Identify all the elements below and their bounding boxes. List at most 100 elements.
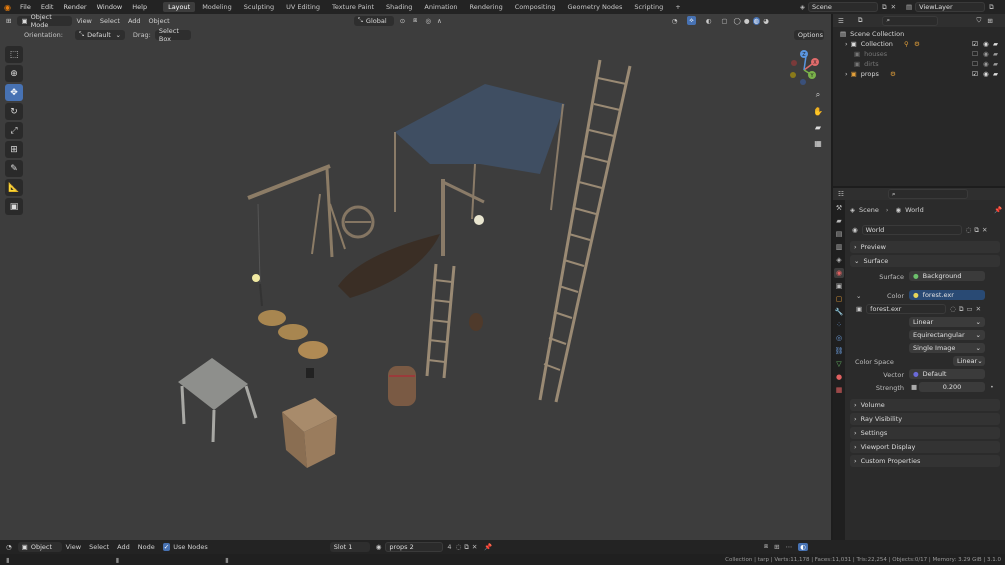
world-name-field[interactable]: World	[861, 225, 962, 235]
scene-tab-icon[interactable]: ◈	[834, 255, 844, 265]
select-box-tool-icon[interactable]: ⬚	[5, 46, 23, 63]
outliner-search-input[interactable]: ⌕	[882, 15, 939, 26]
editor-type-icon[interactable]: ◔	[6, 543, 12, 551]
options-dropdown[interactable]: Options	[793, 29, 824, 40]
short-ladder-object[interactable]	[425, 263, 456, 379]
pan-hand-icon[interactable]: ✋	[811, 104, 825, 118]
visibility-icon[interactable]: ◔	[672, 17, 678, 25]
menu-view[interactable]: View	[66, 543, 81, 551]
constraints-tab-icon[interactable]: ⛓	[834, 346, 844, 356]
interpolation-dropdown[interactable]: Linear ⌄	[909, 317, 985, 327]
new-viewlayer-icon[interactable]: ⧉	[989, 3, 994, 12]
render-camera-icon[interactable]: ▰	[993, 60, 998, 68]
camera-icon[interactable]: ▰	[811, 120, 825, 134]
mode-dropdown[interactable]: ▣ Object Mode	[17, 13, 73, 29]
sack-object-1[interactable]	[258, 310, 286, 326]
menu-render[interactable]: Render	[63, 3, 86, 11]
data-tab-icon[interactable]: ▽	[834, 359, 844, 369]
exclude-checkbox-unchecked[interactable]: ☐	[972, 50, 978, 58]
panel-custom-properties[interactable]: › Custom Properties	[850, 455, 1000, 467]
table-object[interactable]	[178, 358, 258, 443]
material-browse-icon[interactable]: ◉	[376, 543, 382, 551]
editor-type-icon[interactable]: ⊞	[6, 17, 11, 25]
tab-compositing[interactable]: Compositing	[510, 2, 561, 12]
material-shading-icon[interactable]: ◍	[752, 16, 761, 25]
transform-tool-icon[interactable]: ⊞	[5, 141, 23, 158]
physics-tab-icon[interactable]: ◎	[834, 333, 844, 343]
exclude-checkbox-checked[interactable]: ☑	[972, 40, 978, 48]
add-cube-tool-icon[interactable]: ▣	[5, 198, 23, 215]
open-folder-icon[interactable]: ▭	[966, 305, 972, 313]
cursor-tool-icon[interactable]: ⊕	[5, 65, 23, 82]
wireframe-shading-icon[interactable]: ◯	[734, 17, 741, 25]
scale-tool-icon[interactable]: ⤢	[5, 122, 23, 139]
small-lantern-object[interactable]	[306, 368, 314, 378]
surface-shader-field[interactable]: ● Background	[909, 271, 985, 281]
gizmo-neg-y-ball[interactable]	[790, 72, 796, 78]
fake-user-icon[interactable]: ◌	[950, 305, 956, 313]
orientation-dropdown[interactable]: ⤡ Default ⌄	[74, 29, 125, 40]
gizmo-toggle-icon[interactable]: ⟡	[687, 16, 696, 25]
scene-field[interactable]: Scene	[808, 2, 878, 12]
solid-shading-icon[interactable]: ●	[744, 17, 750, 25]
eye-icon[interactable]: ◉	[983, 40, 989, 48]
render-camera-icon[interactable]: ▰	[993, 40, 998, 48]
texture-tab-icon[interactable]: ▦	[834, 385, 844, 395]
menu-edit[interactable]: Edit	[41, 3, 54, 11]
properties-editor-icon[interactable]: ☷	[838, 190, 844, 198]
shader-type-dropdown[interactable]: ▣ Object	[17, 542, 62, 552]
tab-sculpting[interactable]: Sculpting	[239, 2, 279, 12]
zoom-icon[interactable]: ⌕	[811, 88, 825, 102]
panel-settings[interactable]: › Settings	[850, 427, 1000, 439]
eye-icon[interactable]: ◉	[983, 70, 989, 78]
navigation-gizmo[interactable]: X Z Y	[786, 48, 826, 88]
pivot-icon[interactable]: ⊙	[400, 17, 405, 25]
gizmo-neg-z-ball[interactable]	[800, 79, 806, 85]
outliner-editor-icon[interactable]: ☰	[838, 17, 844, 25]
canoe-object[interactable]	[338, 234, 440, 298]
strength-slider[interactable]: 0.200	[919, 382, 985, 392]
filter-icon[interactable]: ⛉	[976, 16, 981, 25]
3d-viewport[interactable]	[0, 14, 831, 540]
collection-tab-icon[interactable]: ▣	[834, 281, 844, 291]
display-mode-icon[interactable]: ⧉	[858, 16, 863, 25]
tool-tab-icon[interactable]: ⚒	[834, 203, 844, 213]
delete-scene-icon[interactable]: ✕	[891, 3, 896, 11]
proportional-edit-icon[interactable]: ◎	[425, 17, 431, 25]
rotate-tool-icon[interactable]: ↻	[5, 103, 23, 120]
unlink-icon[interactable]: ✕	[982, 226, 987, 234]
projection-dropdown[interactable]: Equirectangular ⌄	[909, 330, 985, 340]
pin-icon[interactable]: 📌	[484, 543, 492, 551]
unlink-icon[interactable]: ✕	[472, 543, 477, 551]
expand-arrow-icon[interactable]: ›	[845, 40, 848, 48]
transform-orientation-dropdown[interactable]: ⤡ Global	[353, 15, 394, 26]
new-collection-icon[interactable]: ⊞	[987, 17, 992, 25]
menu-add[interactable]: Add	[128, 17, 141, 25]
duplicate-icon[interactable]: ⧉	[974, 226, 979, 235]
tab-scripting[interactable]: Scripting	[629, 2, 668, 12]
view-layer-tab-icon[interactable]: ▥	[834, 242, 844, 252]
use-nodes-checkbox[interactable]: ✓	[162, 543, 171, 551]
new-scene-icon[interactable]: ⧉	[882, 3, 887, 12]
color-space-dropdown[interactable]: Linear ⌄	[953, 356, 985, 366]
gizmo-neg-x-ball[interactable]	[791, 60, 797, 66]
tab-uv-editing[interactable]: UV Editing	[281, 2, 325, 12]
panel-viewport-display[interactable]: › Viewport Display	[850, 441, 1000, 453]
menu-select[interactable]: Select	[100, 17, 120, 25]
outliner-item-houses[interactable]: ▣ houses ☐ ◉ ▰	[840, 49, 1005, 59]
panel-surface[interactable]: ⌄ Surface	[850, 255, 1000, 267]
fake-user-icon[interactable]: ◌	[456, 543, 462, 551]
falloff-icon[interactable]: ∧	[437, 17, 442, 25]
perspective-grid-icon[interactable]: ▦	[811, 136, 825, 150]
tab-modeling[interactable]: Modeling	[197, 2, 237, 12]
crate-object[interactable]	[282, 398, 337, 468]
render-camera-icon[interactable]: ▰	[993, 70, 998, 78]
modifier-tab-icon[interactable]: 🔧	[834, 307, 844, 317]
unlink-icon[interactable]: ✕	[976, 305, 981, 313]
render-tab-icon[interactable]: ▰	[834, 216, 844, 226]
sack-object-2[interactable]	[278, 324, 308, 340]
outliner-item-dirts[interactable]: ▣ dirts ☐ ◉ ▰	[840, 59, 1005, 69]
material-name-field[interactable]: props 2	[385, 542, 444, 552]
overlay-toggle-icon[interactable]: ◐	[798, 542, 808, 551]
extension-dropdown[interactable]: Single Image ⌄	[909, 343, 985, 353]
